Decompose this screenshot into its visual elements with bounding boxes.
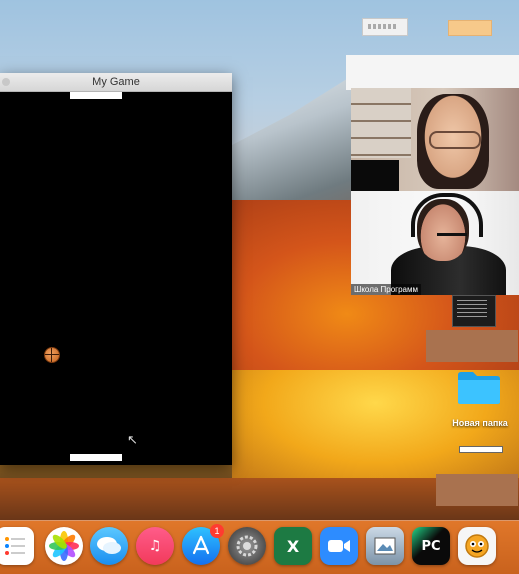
headset-icon: [411, 193, 483, 237]
desktop-file-icon[interactable]: [448, 20, 492, 36]
desktop-widget: [459, 446, 503, 453]
video-overlay: [351, 160, 399, 191]
desktop-widget: [426, 330, 518, 362]
video-tile-participant-1[interactable]: [351, 88, 519, 191]
music-icon[interactable]: ♫: [136, 527, 174, 565]
window-titlebar[interactable]: My Game: [0, 73, 232, 92]
video-panel-header: [346, 55, 519, 90]
folder-label[interactable]: Новая папка: [440, 418, 519, 428]
preview-icon[interactable]: [366, 527, 404, 565]
zoom-icon[interactable]: [320, 527, 358, 565]
mouse-cursor-icon: ↖: [127, 432, 138, 447]
participant-name-label: Школа Программ: [351, 284, 421, 295]
video-tile-participant-2[interactable]: Школа Программ: [351, 191, 519, 295]
desktop-widget: [436, 474, 518, 506]
pycharm-icon[interactable]: PC: [412, 527, 450, 565]
background-shelf: [351, 88, 411, 158]
game-canvas[interactable]: [0, 92, 232, 465]
excel-icon[interactable]: X: [274, 527, 312, 565]
system-preferences-icon[interactable]: [228, 527, 266, 565]
window-title: My Game: [92, 76, 140, 88]
terminal-thumbnail[interactable]: [452, 295, 496, 327]
glasses: [429, 131, 481, 149]
top-paddle: [70, 92, 122, 99]
desktop-file-icon[interactable]: [362, 18, 408, 36]
folder-icon[interactable]: [456, 369, 502, 405]
basketball-ball: [44, 347, 60, 363]
scratch-icon[interactable]: [458, 527, 496, 565]
messages-icon[interactable]: [90, 527, 128, 565]
dock: ♫ X PC: [0, 520, 519, 574]
bottom-paddle: [70, 454, 122, 461]
microphone-icon: [437, 233, 467, 236]
window-close-button[interactable]: [2, 78, 10, 86]
photos-icon[interactable]: [45, 527, 83, 565]
reminders-icon[interactable]: [0, 527, 34, 565]
app-store-badge: 1: [210, 524, 224, 538]
game-window[interactable]: My Game ↖: [0, 73, 232, 465]
